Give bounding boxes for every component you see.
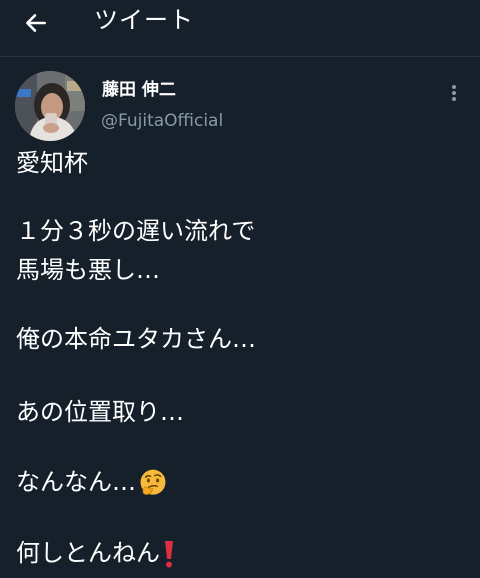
- tweet-line-4: 俺の本命ユタカさん…: [16, 325, 256, 353]
- back-button[interactable]: [18, 5, 54, 41]
- tweet-line-7: 何しとんねん: [16, 537, 176, 569]
- more-dot: [452, 97, 456, 101]
- more-vertical-icon[interactable]: [444, 78, 464, 106]
- author-handle[interactable]: @FujitaOfficial: [101, 109, 223, 133]
- tweet-line-2: １分３秒の遅い流れで: [16, 217, 256, 245]
- tweet-line-6: なんなん…: [16, 466, 168, 498]
- top-bar: ツイート: [0, 0, 480, 57]
- avatar[interactable]: [15, 71, 85, 141]
- more-dot: [452, 85, 456, 89]
- author-display-name[interactable]: 藤田 伸二: [102, 78, 176, 102]
- arrow-left-icon: [26, 14, 46, 32]
- tweet-detail-screen: ツイート 藤田 伸二 @FujitaOfficial 愛知杯 １分３秒の遅い流れ…: [0, 0, 480, 578]
- tweet-line-3: 馬場も悪し…: [16, 256, 160, 284]
- tweet-line-7-text: 何しとんねん: [16, 539, 160, 567]
- tweet-line-1: 愛知杯: [16, 149, 88, 177]
- red-exclamation-emoji: [162, 539, 176, 569]
- more-dot: [452, 91, 456, 95]
- thinking-face-emoji: [138, 468, 168, 498]
- tweet-line-6-text: なんなん…: [16, 468, 136, 496]
- profile-photo: [15, 71, 85, 141]
- tweet-line-5: あの位置取り…: [16, 398, 184, 426]
- page-title: ツイート: [94, 6, 194, 34]
